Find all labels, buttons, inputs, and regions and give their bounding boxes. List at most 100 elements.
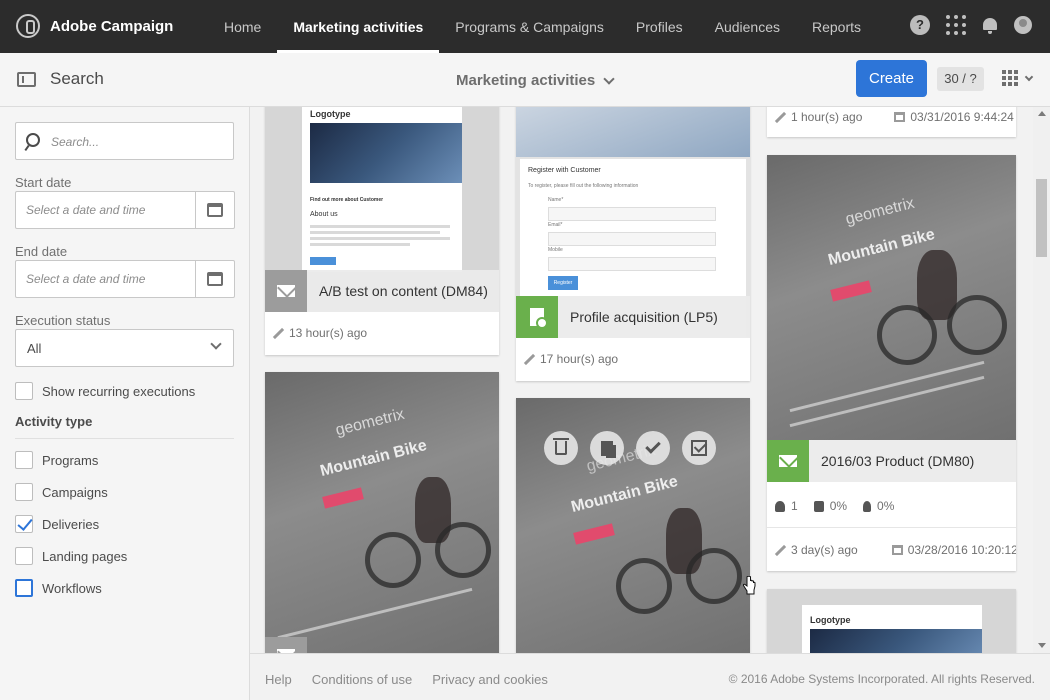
main-scrollbar[interactable] — [1033, 107, 1050, 653]
calendar-icon — [891, 545, 903, 555]
apps-grid-icon[interactable] — [946, 15, 966, 35]
card-thumbnail: geometrix Mountain Bike — [265, 372, 499, 653]
search-panel-toggle[interactable]: Search — [17, 69, 104, 89]
stat-opens: 0% — [829, 499, 848, 513]
user-avatar-icon[interactable] — [1014, 16, 1032, 34]
execution-status-label: Execution status — [15, 313, 111, 328]
activity-card-mountain-bike-1[interactable]: geometrix Mountain Bike — [265, 372, 499, 653]
activity-card-grid: Logotype Find out more about Customer Ab… — [250, 107, 1033, 653]
calendar-icon — [207, 203, 223, 217]
activity-type-programs[interactable]: Programs — [15, 451, 98, 469]
divider — [15, 438, 234, 439]
landing-page-type-icon — [516, 296, 558, 338]
scroll-up-arrow-icon[interactable] — [1038, 111, 1046, 116]
thumb-register-button: Register — [548, 276, 578, 290]
card-title: Profile acquisition (LP5) — [570, 309, 718, 325]
nav-item-reports[interactable]: Reports — [796, 0, 877, 53]
activity-card-profile-acquisition[interactable]: Register with Customer To register, plea… — [516, 107, 750, 381]
start-date-field — [15, 191, 235, 229]
pencil-icon — [524, 354, 535, 365]
campaigns-checkbox[interactable] — [15, 483, 33, 501]
email-delivery-type-icon — [265, 637, 307, 653]
end-date-picker-button[interactable] — [195, 261, 234, 297]
activity-type-workflows[interactable]: Workflows — [15, 579, 102, 597]
workflows-checkbox[interactable] — [15, 579, 33, 597]
activity-type-campaigns[interactable]: Campaigns — [15, 483, 108, 501]
approve-button[interactable] — [636, 431, 670, 465]
nav-item-home[interactable]: Home — [208, 0, 277, 53]
thumb-register-intro: To register, please fill out the followi… — [528, 183, 639, 189]
checkbox-icon — [691, 440, 707, 456]
show-recurring-checkbox[interactable] — [15, 382, 33, 400]
activity-card-partial-top[interactable]: 1 hour(s) ago 03/31/2016 9:44:24 PM — [767, 107, 1016, 137]
thumb-title: Mountain Bike — [318, 437, 429, 480]
card-modified: 3 day(s) ago 03/28/2016 10:20:12 PM — [775, 543, 1016, 557]
show-recurring-row[interactable]: Show recurring executions — [15, 382, 195, 400]
side-panel-icon — [17, 71, 36, 87]
layout-toggle[interactable] — [1002, 70, 1034, 86]
email-preview: Logotype Find out more about Customer Ab… — [302, 107, 462, 272]
nav-icons: ? — [910, 15, 1032, 35]
card-title-bar: A/B test on content (DM84) — [265, 270, 499, 312]
nav-item-marketing-activities[interactable]: Marketing activities — [277, 0, 440, 53]
card-title: A/B test on content (DM84) — [319, 283, 488, 299]
activity-card-ab-test[interactable]: Logotype Find out more about Customer Ab… — [265, 107, 499, 355]
start-date-picker-button[interactable] — [195, 192, 234, 228]
select-button[interactable] — [682, 431, 716, 465]
delete-button[interactable] — [544, 431, 578, 465]
filter-panel: Start date End date Execution status All… — [0, 107, 250, 700]
thumb-title: Mountain Bike — [569, 473, 680, 516]
search-icon — [26, 133, 40, 147]
thumb-form-field-mobile: Mobile — [548, 247, 563, 253]
search-field — [15, 122, 234, 160]
landing-pages-checkbox[interactable] — [15, 547, 33, 565]
end-date-input[interactable] — [16, 261, 195, 297]
card-modified: 1 hour(s) ago 03/31/2016 9:44:24 PM — [775, 110, 1016, 124]
opens-icon — [813, 500, 824, 512]
nav-item-profiles[interactable]: Profiles — [620, 0, 699, 53]
activity-type-landing-pages[interactable]: Landing pages — [15, 547, 127, 565]
pencil-icon — [775, 545, 786, 556]
execution-status-select[interactable]: All — [15, 329, 234, 367]
thumb-heading: Find out more about Customer — [310, 197, 384, 203]
scrollbar-thumb[interactable] — [1036, 179, 1047, 257]
scroll-down-arrow-icon[interactable] — [1038, 643, 1046, 648]
calendar-icon — [207, 272, 223, 286]
activity-card-product-dm80[interactable]: geometrix Mountain Bike 2016/03 Product … — [767, 155, 1016, 571]
activity-card-logotype-bottom[interactable]: Logotype — [767, 589, 1016, 653]
create-button[interactable]: Create — [856, 60, 927, 97]
brand[interactable]: Adobe Campaign — [16, 14, 173, 38]
thumb-form-field-name: Name* — [548, 197, 564, 203]
app-name: Adobe Campaign — [50, 17, 174, 35]
footer-link-conditions[interactable]: Conditions of use — [312, 672, 412, 687]
recipients-icon — [775, 500, 785, 512]
view-selector[interactable]: Marketing activities — [456, 72, 615, 89]
thumb-logo-text: Logotype — [310, 109, 351, 119]
search-input[interactable] — [51, 132, 221, 152]
help-icon[interactable]: ? — [910, 15, 930, 35]
programs-checkbox[interactable] — [15, 451, 33, 469]
notifications-bell-icon[interactable] — [982, 16, 998, 34]
card-modified: 13 hour(s) ago — [273, 326, 367, 340]
grid-view-icon — [1002, 70, 1018, 86]
card-thumbnail: geometrix Mountain Bike — [767, 155, 1016, 440]
item-counter: 30 / ? — [937, 67, 984, 91]
start-date-input[interactable] — [16, 192, 195, 228]
copyright: © 2016 Adobe Systems Incorporated. All r… — [728, 672, 1035, 686]
pencil-icon — [273, 328, 284, 339]
footer-link-privacy[interactable]: Privacy and cookies — [432, 672, 548, 687]
modified-time: 17 hour(s) ago — [540, 352, 619, 366]
campaigns-label: Campaigns — [42, 484, 108, 500]
chevron-down-icon — [210, 338, 222, 350]
activity-card-mountain-bike-2[interactable]: geometrix Mountain Bike — [516, 398, 750, 653]
activity-type-deliveries[interactable]: Deliveries — [15, 515, 99, 533]
programs-label: Programs — [42, 452, 99, 468]
email-preview: Logotype — [802, 605, 982, 653]
nav-item-audiences[interactable]: Audiences — [699, 0, 796, 53]
deliveries-checkbox[interactable] — [15, 515, 33, 533]
duplicate-button[interactable] — [590, 431, 624, 465]
footer-link-help[interactable]: Help — [265, 672, 292, 687]
workflows-label: Workflows — [42, 580, 102, 596]
search-panel-title: Search — [50, 69, 104, 88]
nav-item-programs-campaigns[interactable]: Programs & Campaigns — [439, 0, 620, 53]
